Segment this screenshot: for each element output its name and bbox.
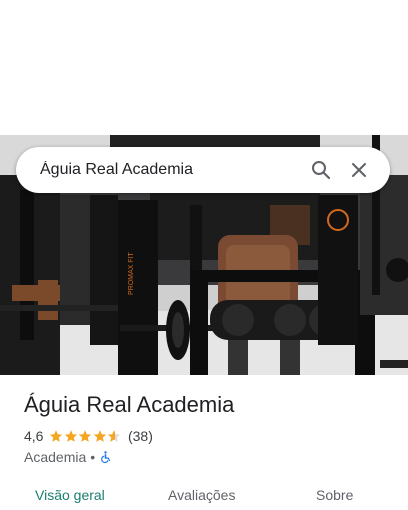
separator-dot: • [90, 449, 96, 465]
star-full-icon [64, 430, 78, 442]
equipment-brand-text: PROMAX FIT [128, 251, 135, 295]
tab-overview[interactable]: Visão geral [35, 487, 105, 503]
rating-value: 4,6 [24, 428, 44, 444]
tab-reviews[interactable]: Avaliações [168, 487, 235, 503]
rating-row[interactable]: 4,6 (38) [24, 428, 153, 444]
search-bar[interactable]: Águia Real Academia [16, 147, 390, 193]
map-blank-area [0, 0, 408, 135]
star-full-icon [93, 430, 107, 442]
star-full-icon [79, 430, 92, 442]
review-count[interactable]: (38) [128, 428, 153, 444]
place-tabs: Visão geral Avaliações Sobre [0, 478, 408, 510]
wheelchair-accessible-icon [101, 451, 111, 464]
rating-stars [49, 429, 122, 443]
search-input[interactable]: Águia Real Academia [40, 161, 302, 179]
place-title: Águia Real Academia [24, 392, 235, 417]
search-icon[interactable] [302, 151, 340, 189]
star-half-icon [108, 430, 121, 442]
close-icon[interactable] [340, 151, 378, 189]
star-full-icon [50, 430, 63, 442]
tab-about[interactable]: Sobre [316, 487, 353, 503]
category-row: Academia • [24, 449, 112, 465]
place-category: Academia [24, 449, 87, 465]
